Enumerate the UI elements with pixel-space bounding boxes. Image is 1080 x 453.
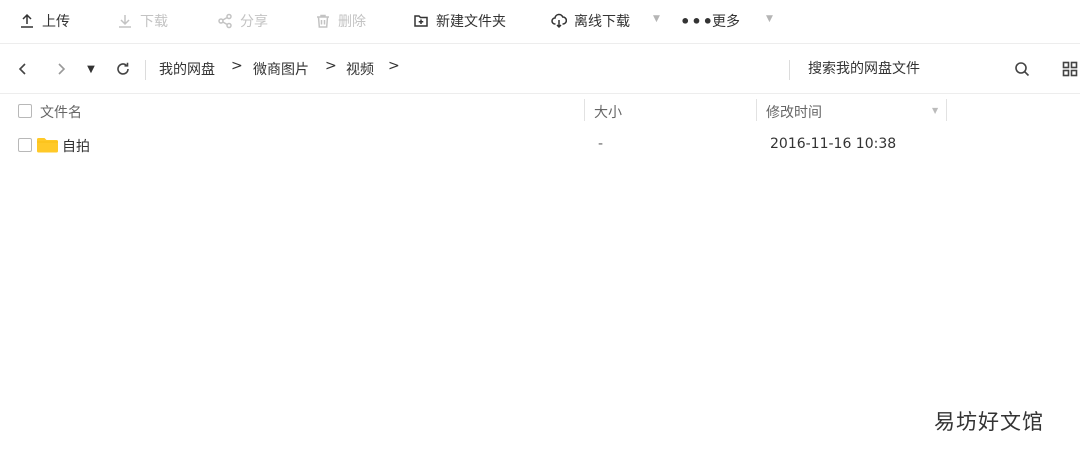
more-button[interactable]: ••• 更多 bbox=[680, 10, 740, 32]
file-list-header: 文件名 大小 修改时间 ▼ bbox=[0, 95, 1080, 127]
breadcrumb-video[interactable]: 视频 bbox=[346, 59, 374, 79]
delete-button[interactable]: 删除 bbox=[314, 10, 366, 32]
share-label: 分享 bbox=[240, 14, 268, 30]
file-name[interactable]: 自拍 bbox=[62, 136, 90, 156]
select-all-checkbox[interactable] bbox=[18, 104, 32, 118]
search-input[interactable] bbox=[800, 57, 1000, 81]
upload-label: 上传 bbox=[42, 14, 70, 30]
row-checkbox[interactable] bbox=[18, 138, 32, 152]
breadcrumb-separator: > bbox=[325, 58, 337, 74]
upload-icon bbox=[18, 12, 36, 30]
breadcrumb-separator: > bbox=[388, 58, 400, 74]
new-folder-button[interactable]: 新建文件夹 bbox=[412, 10, 506, 32]
offline-download-label: 离线下载 bbox=[574, 14, 630, 30]
upload-button[interactable]: 上传 bbox=[18, 10, 70, 32]
back-icon[interactable] bbox=[12, 58, 34, 80]
sort-caret-icon[interactable]: ▼ bbox=[932, 106, 938, 115]
nav-bar: ▼ 我的网盘 > 微商图片 > 视频 > bbox=[0, 45, 1080, 94]
file-modified-time: 2016-11-16 10:38 bbox=[770, 136, 897, 152]
column-divider[interactable] bbox=[756, 99, 757, 121]
download-label: 下载 bbox=[140, 14, 168, 30]
forward-icon[interactable] bbox=[50, 58, 72, 80]
download-button[interactable]: 下载 bbox=[116, 10, 168, 32]
search-icon[interactable] bbox=[1011, 58, 1033, 80]
file-size: - bbox=[598, 136, 604, 152]
breadcrumb-wechat-images[interactable]: 微商图片 bbox=[253, 59, 309, 79]
column-header-name[interactable]: 文件名 bbox=[40, 102, 82, 122]
more-dots-icon: ••• bbox=[680, 11, 714, 31]
refresh-icon[interactable] bbox=[112, 58, 134, 80]
search-divider bbox=[789, 60, 790, 80]
grid-view-icon[interactable] bbox=[1059, 58, 1080, 80]
more-label: 更多 bbox=[712, 14, 740, 30]
share-icon bbox=[216, 12, 234, 30]
folder-icon bbox=[37, 137, 58, 157]
table-row[interactable]: 自拍 - 2016-11-16 10:38 bbox=[0, 131, 1080, 159]
nav-divider bbox=[145, 60, 146, 80]
cloud-download-icon bbox=[550, 12, 568, 30]
breadcrumb-my-disk[interactable]: 我的网盘 bbox=[159, 59, 215, 79]
trash-icon bbox=[314, 12, 332, 30]
share-button[interactable]: 分享 bbox=[216, 10, 268, 32]
new-folder-icon bbox=[412, 12, 430, 30]
more-caret-icon[interactable]: ▼ bbox=[766, 14, 773, 24]
column-header-size[interactable]: 大小 bbox=[594, 102, 622, 122]
new-folder-label: 新建文件夹 bbox=[436, 14, 506, 30]
history-dropdown-icon[interactable]: ▼ bbox=[80, 58, 102, 80]
delete-label: 删除 bbox=[338, 14, 366, 30]
column-divider[interactable] bbox=[946, 99, 947, 121]
breadcrumb-separator: > bbox=[231, 58, 243, 74]
watermark-text: 易坊好文馆 bbox=[934, 410, 1044, 434]
toolbar: 上传 下载 分享 删除 新建文件夹 离线下载 ▼ ••• 更多 ▼ bbox=[0, 0, 1080, 44]
download-icon bbox=[116, 12, 134, 30]
column-header-modified[interactable]: 修改时间 bbox=[766, 102, 822, 122]
offline-download-button[interactable]: 离线下载 bbox=[550, 10, 630, 32]
column-divider[interactable] bbox=[584, 99, 585, 121]
offline-download-caret-icon[interactable]: ▼ bbox=[653, 14, 660, 24]
